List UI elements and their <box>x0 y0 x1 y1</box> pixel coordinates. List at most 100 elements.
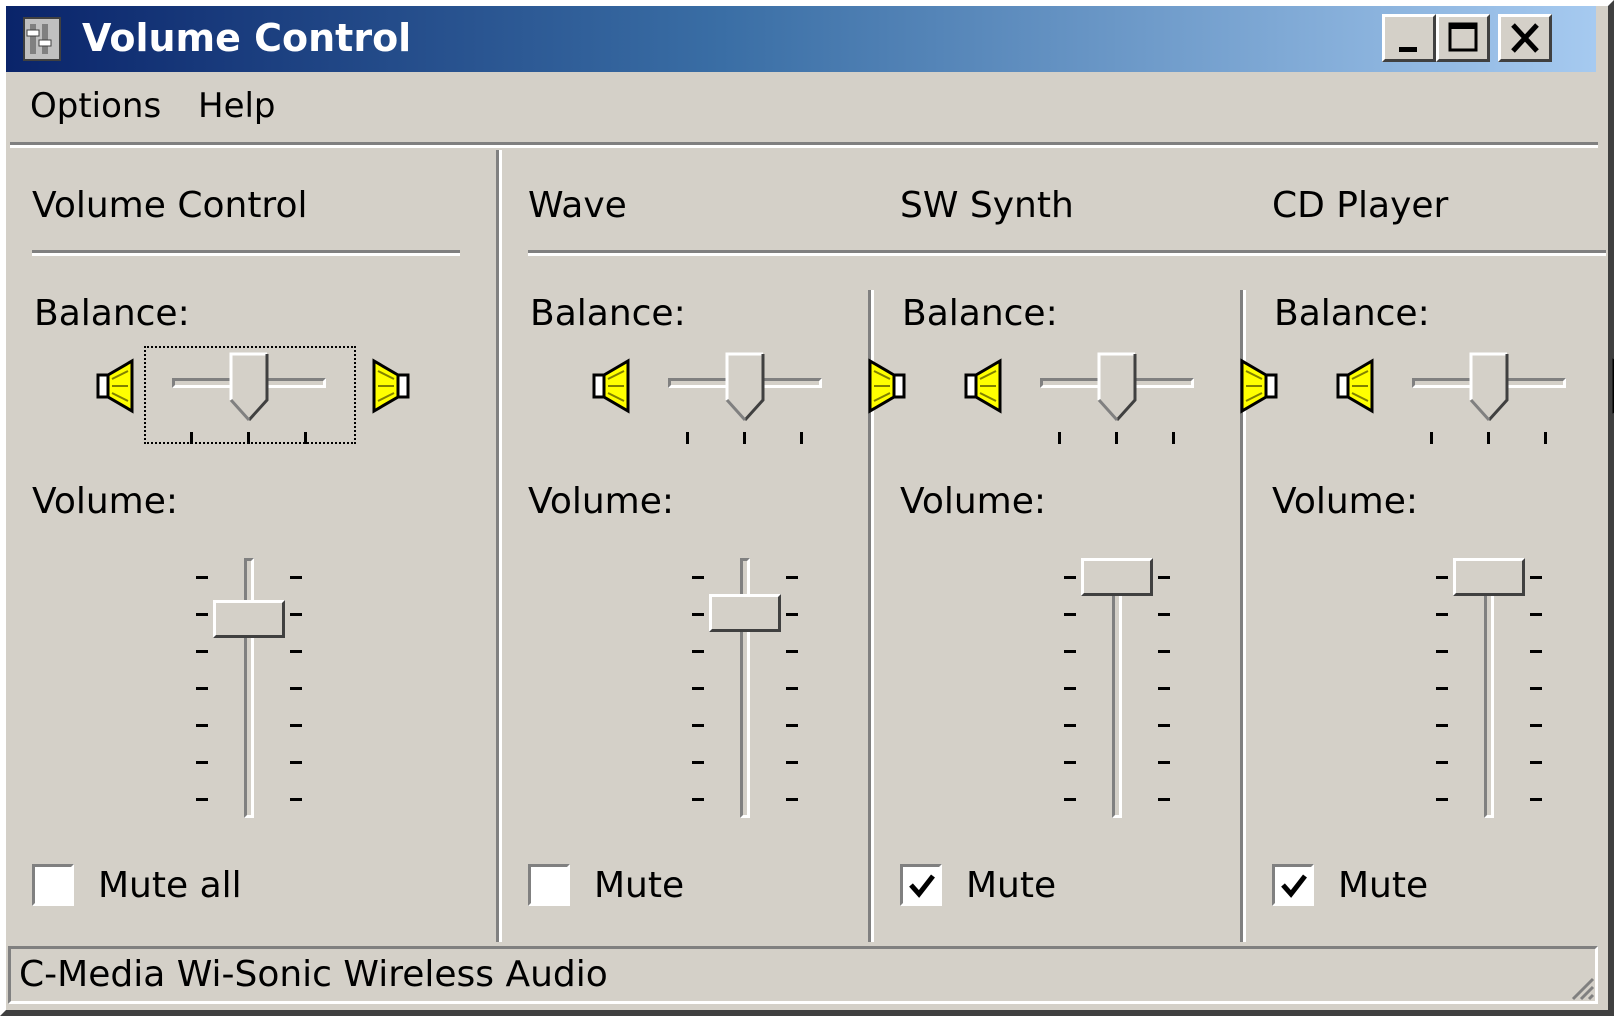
channel-2-balance-label: Balance: <box>902 293 1058 334</box>
master-volume-tick <box>290 761 302 764</box>
channel-1-balance-tick <box>743 432 746 444</box>
channel-2-volume-track <box>1112 558 1122 818</box>
channel-3-volume-tick <box>1530 613 1542 616</box>
channel-3-mute-checkbox[interactable] <box>1272 864 1314 906</box>
status-bar: C-Media Wi-Sonic Wireless Audio <box>8 946 1598 1004</box>
master-mute-checkbox[interactable] <box>32 864 74 906</box>
title-bar[interactable]: Volume Control <box>6 6 1596 72</box>
master-volume-tick <box>290 650 302 653</box>
master-left-speaker-icon <box>96 358 134 414</box>
master-balance-focus <box>144 346 356 444</box>
channel-1-mute-checkbox[interactable] <box>528 864 570 906</box>
master-volume-tick <box>196 761 208 764</box>
resize-grip-icon[interactable] <box>1565 971 1595 1001</box>
menu-bar: Options Help <box>6 76 1596 138</box>
menu-help[interactable]: Help <box>198 84 276 128</box>
channel-2-volume-tick <box>1158 687 1170 690</box>
channel-3-balance-slider[interactable] <box>1469 352 1509 424</box>
master-divider <box>496 150 502 942</box>
channel-2-mute-checkbox[interactable] <box>900 864 942 906</box>
channel-3-volume-tick <box>1530 761 1542 764</box>
window-title: Volume Control <box>82 16 412 60</box>
status-device-name: C-Media Wi-Sonic Wireless Audio <box>19 954 608 995</box>
channel-1-volume-tick <box>692 761 704 764</box>
maximize-icon <box>1448 22 1478 52</box>
channel-2-left-speaker-icon <box>964 358 1002 414</box>
channel-2-volume-tick <box>1064 613 1076 616</box>
master-mute-label[interactable]: Mute all <box>98 864 242 908</box>
channel-2-volume-tick <box>1158 650 1170 653</box>
channel-3-volume-tick <box>1436 798 1448 801</box>
menu-help-label: Help <box>198 86 276 126</box>
channel-1-volume-tick <box>692 576 704 579</box>
channel-2-volume-tick <box>1064 761 1076 764</box>
channel-3-balance-label: Balance: <box>1274 293 1430 334</box>
master-volume-tick <box>290 687 302 690</box>
channel-3-volume-label: Volume: <box>1272 481 1419 522</box>
maximize-button[interactable] <box>1436 14 1490 62</box>
channel-1-volume-tick <box>786 650 798 653</box>
channel-3-volume-tick <box>1530 798 1542 801</box>
channel-1-volume-tick <box>692 724 704 727</box>
channel-1-right-speaker-icon <box>868 358 906 414</box>
channel-1-volume-label: Volume: <box>528 481 675 522</box>
channel-1-volume-tick <box>786 761 798 764</box>
channel-1-balance-slider[interactable] <box>725 352 765 424</box>
master-volume-tick <box>196 687 208 690</box>
channel-2-volume-tick <box>1064 650 1076 653</box>
master-volume-tick <box>196 576 208 579</box>
master-volume-slider[interactable] <box>213 600 285 638</box>
menu-options[interactable]: Options <box>30 84 161 128</box>
channel-2-volume-tick <box>1158 613 1170 616</box>
channel-3-balance-tick <box>1430 432 1433 444</box>
channel-2-balance-tick <box>1172 432 1175 444</box>
channel-1-title: Wave <box>528 185 627 226</box>
channel-3-volume-tick <box>1530 687 1542 690</box>
master-title-rule <box>32 250 460 256</box>
channel-1-left-speaker-icon <box>592 358 630 414</box>
channel-2-balance-slider[interactable] <box>1097 352 1137 424</box>
master-volume-tick <box>196 724 208 727</box>
close-button[interactable] <box>1498 14 1552 62</box>
channel-1-volume-tick <box>786 613 798 616</box>
minimize-button[interactable] <box>1382 14 1436 62</box>
master-volume-tick <box>290 613 302 616</box>
channel-1-volume-slider[interactable] <box>709 594 781 632</box>
channel-2-volume-tick <box>1158 798 1170 801</box>
master-balance-label: Balance: <box>34 293 190 334</box>
channel-3-volume-track <box>1484 558 1494 818</box>
master-volume-tick <box>290 798 302 801</box>
channel-3-volume-slider[interactable] <box>1453 558 1525 596</box>
channel-3-left-speaker-icon <box>1336 358 1374 414</box>
channel-1-volume-tick <box>692 798 704 801</box>
channel-2-volume-label: Volume: <box>900 481 1047 522</box>
channel-2-volume-tick <box>1158 724 1170 727</box>
channel-3-mute-label[interactable]: Mute <box>1338 864 1428 908</box>
menu-options-label: Options <box>30 86 162 126</box>
channel-3-balance-tick <box>1487 432 1490 444</box>
channel-2-volume-tick <box>1064 687 1076 690</box>
channel-1-volume-tick <box>692 687 704 690</box>
channel-3-volume-tick <box>1436 613 1448 616</box>
channel-2-volume-slider[interactable] <box>1081 558 1153 596</box>
channels-title-rule <box>528 250 1606 256</box>
channel-2-mute-label[interactable]: Mute <box>966 864 1056 908</box>
master-volume-tick <box>196 613 208 616</box>
master-volume-tick <box>196 798 208 801</box>
master-right-speaker-icon <box>372 358 410 414</box>
channel-3-volume-tick <box>1530 650 1542 653</box>
channel-2-volume-tick <box>1064 576 1076 579</box>
channel-2-title: SW Synth <box>900 185 1074 226</box>
channel-1-balance-tick <box>686 432 689 444</box>
channel-3-right-speaker-icon <box>1612 358 1614 414</box>
channel-3-volume-tick <box>1436 724 1448 727</box>
close-icon <box>1511 23 1539 53</box>
channel-1-mute-label[interactable]: Mute <box>594 864 684 908</box>
channel-1-balance-tick <box>800 432 803 444</box>
channel-1-volume-tick <box>692 650 704 653</box>
channel-2-volume-tick <box>1064 724 1076 727</box>
speaker-app-icon <box>23 17 61 61</box>
master-volume-tick <box>196 650 208 653</box>
channel-1-balance-label: Balance: <box>530 293 686 334</box>
master-volume-tick <box>290 724 302 727</box>
